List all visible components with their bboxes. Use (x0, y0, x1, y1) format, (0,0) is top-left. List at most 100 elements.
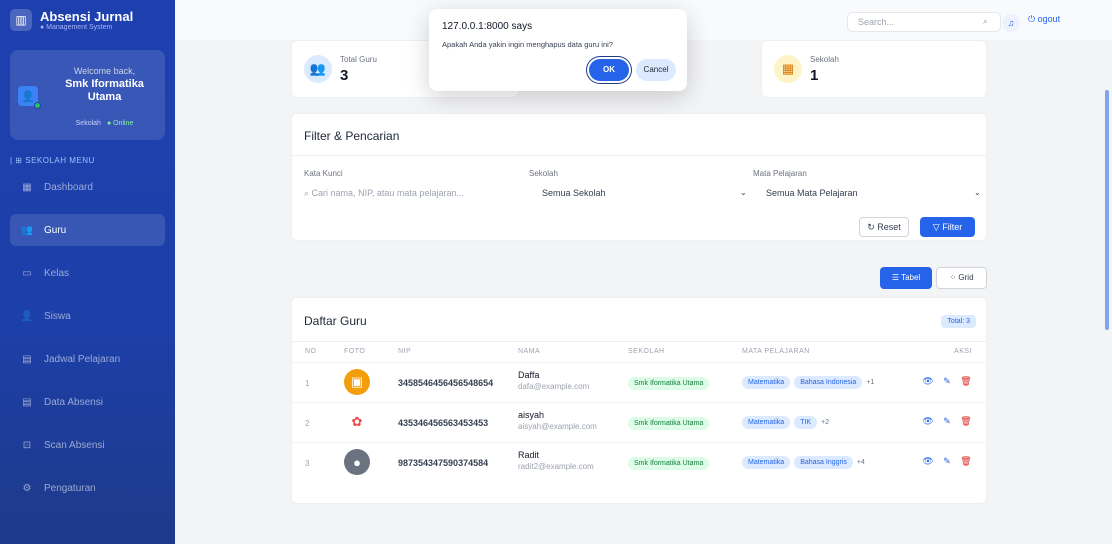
subject-tag: Matematika (742, 456, 791, 469)
view-table-button[interactable]: ☰ Tabel (880, 267, 932, 289)
edit-icon[interactable]: ✎ (941, 376, 953, 387)
ok-button[interactable]: OK (589, 59, 629, 81)
sidebar-item-label: Jadwal Pelajaran (44, 353, 121, 365)
delete-icon[interactable]: 🗑 (960, 416, 972, 427)
row-actions: 👁 ✎ 🗑 (915, 376, 972, 387)
column-header: AKSI (954, 348, 972, 355)
logout-button[interactable]: ⏻ ogout (1028, 14, 1060, 25)
student-icon: 👤 (20, 310, 34, 322)
sidebar-item-label: Guru (44, 224, 67, 236)
teacher-name: Daffa (518, 370, 540, 380)
divider (292, 341, 986, 342)
search-icon[interactable]: ⌕ (983, 16, 988, 27)
scrollbar[interactable] (1105, 90, 1109, 330)
sidebar-item-scan-absensi[interactable]: ⊡ Scan Absensi (10, 429, 165, 461)
column-header: MATA PELAJARAN (742, 348, 810, 355)
brand-title: Absensi Jurnal (40, 8, 134, 24)
stat-value: 1 (810, 67, 819, 84)
column-header: FOTO (344, 348, 366, 355)
view-icon[interactable]: 👁 (922, 376, 934, 387)
teacher-list-panel: Daftar Guru Total: 3 NO FOTO NIP NAMA SE… (291, 297, 987, 504)
calendar-icon: ▤ (22, 353, 32, 365)
teacher-name: Radit (518, 450, 540, 460)
reset-label: Reset (877, 222, 901, 232)
sidebar-item-label: Scan Absensi (44, 439, 105, 451)
filter-button[interactable]: ▽ Filter (920, 217, 975, 237)
sidebar-item-dashboard[interactable]: ▦ Dashboard (10, 171, 165, 203)
table-row: 3 ● 987354347590374584 Radit radit2@exam… (292, 442, 986, 482)
brand-subtitle: ● Management System (40, 23, 113, 31)
more-subjects: +1 (866, 379, 875, 386)
teacher-photo: ✿ (344, 409, 370, 435)
school-badge: Smk Iformatika Utama (628, 417, 710, 430)
online-indicator (34, 102, 41, 109)
school-logo-icon: ▥ (10, 9, 32, 31)
row-actions: 👁 ✎ 🗑 (915, 416, 972, 427)
refresh-icon: ↻ (867, 222, 878, 232)
stat-card-sekolah: ▦ Sekolah 1 (761, 40, 987, 98)
sidebar-item-label: Pengaturan (44, 482, 96, 494)
teacher-nip: 987354347590374584 (398, 458, 489, 468)
keyword-placeholder: Cari nama, NIP, atau mata pelajaran... (311, 188, 464, 198)
edit-icon[interactable]: ✎ (941, 416, 953, 427)
dashboard-icon: ▦ (22, 181, 32, 193)
subject-tag: Bahasa Indonesia (794, 376, 863, 389)
subject-tag: Matematika (742, 416, 791, 429)
welcome-text: Welcome back, (73, 66, 136, 76)
sidebar-item-label: Siswa (44, 310, 71, 322)
confirm-dialog: 127.0.0.1:8000 says Apakah Anda yakin in… (429, 9, 687, 91)
cancel-button[interactable]: Cancel (636, 59, 676, 81)
school-badge: Smk Iformatika Utama (628, 377, 710, 390)
search-input[interactable]: Search... (847, 12, 1001, 32)
sidebar-item-label: Dashboard (44, 181, 93, 193)
qr-scan-icon: ⊡ (22, 439, 32, 451)
sidebar-item-siswa[interactable]: 👤 Siswa (10, 300, 165, 332)
row-number: 3 (305, 459, 310, 468)
edit-icon[interactable]: ✎ (941, 456, 953, 467)
brand: ▥ Absensi Jurnal ● Management System (0, 0, 175, 40)
teacher-photo: ● (344, 449, 370, 475)
notification-bell-icon[interactable]: ♫ (1002, 14, 1020, 32)
sidebar-item-label: Data Absensi (44, 396, 103, 408)
sidebar-item-data-absensi[interactable]: ▤ Data Absensi (10, 386, 165, 418)
search-icon: ⌕ (304, 188, 312, 198)
sidebar: ▥ Absensi Jurnal ● Management System 👤 W… (0, 0, 175, 544)
row-actions: 👁 ✎ 🗑 (915, 456, 972, 467)
view-grid-button[interactable]: ⁘ Grid (936, 267, 987, 289)
delete-icon[interactable]: 🗑 (960, 376, 972, 387)
stat-value: 3 (340, 67, 349, 84)
reset-button[interactable]: ↻ Reset (859, 217, 909, 237)
dialog-title: 127.0.0.1:8000 says (442, 21, 533, 32)
table-row: 1 ▣ 3458546456456548654 Daffa dafa@examp… (292, 362, 986, 402)
teacher-list-title: Daftar Guru (304, 314, 367, 328)
subject-select[interactable]: Semua Mata Pelajaran (766, 182, 966, 204)
chevron-down-icon[interactable]: ⌄ (740, 188, 747, 197)
sidebar-item-kelas[interactable]: ▭ Kelas (10, 257, 165, 289)
teacher-nip: 3458546456456548654 (398, 378, 494, 388)
more-subjects: +4 (856, 459, 865, 466)
user-name: Smk Iformatika Utama (65, 78, 144, 103)
teacher-group-icon: 👥 (304, 55, 332, 83)
teacher-email: dafa@example.com (518, 382, 590, 391)
stat-label: Total Guru (340, 55, 377, 64)
chevron-down-icon[interactable]: ⌄ (974, 188, 981, 197)
keyword-input[interactable]: ⌕ Cari nama, NIP, atau mata pelajaran... (304, 182, 524, 204)
class-icon: ▭ (22, 267, 32, 279)
sidebar-item-pengaturan[interactable]: ⚙ Pengaturan (10, 472, 165, 504)
school-select[interactable]: Semua Sekolah (542, 182, 742, 204)
subject-tag: TIK (794, 416, 818, 429)
subject-label: Mata Pelajaran (753, 169, 807, 178)
list-icon: ☰ (891, 273, 902, 282)
delete-icon[interactable]: 🗑 (960, 456, 972, 467)
sidebar-item-jadwal[interactable]: ▤ Jadwal Pelajaran (10, 343, 165, 375)
view-icon[interactable]: 👁 (922, 416, 934, 427)
view-icon[interactable]: 👁 (922, 456, 934, 467)
teacher-photo: ▣ (344, 369, 370, 395)
user-status: ● Online (106, 120, 134, 127)
school-label: Sekolah (529, 169, 558, 178)
column-header: NO (305, 348, 317, 355)
user-card: 👤 Welcome back, Smk Iformatika Utama Sek… (10, 50, 165, 140)
sidebar-item-guru[interactable]: 👥 Guru (10, 214, 165, 246)
sidebar-menu: ▦ Dashboard 👥 Guru ▭ Kelas 👤 Siswa ▤ Jadwal P… (0, 171, 175, 504)
stat-label: Sekolah (810, 55, 839, 64)
